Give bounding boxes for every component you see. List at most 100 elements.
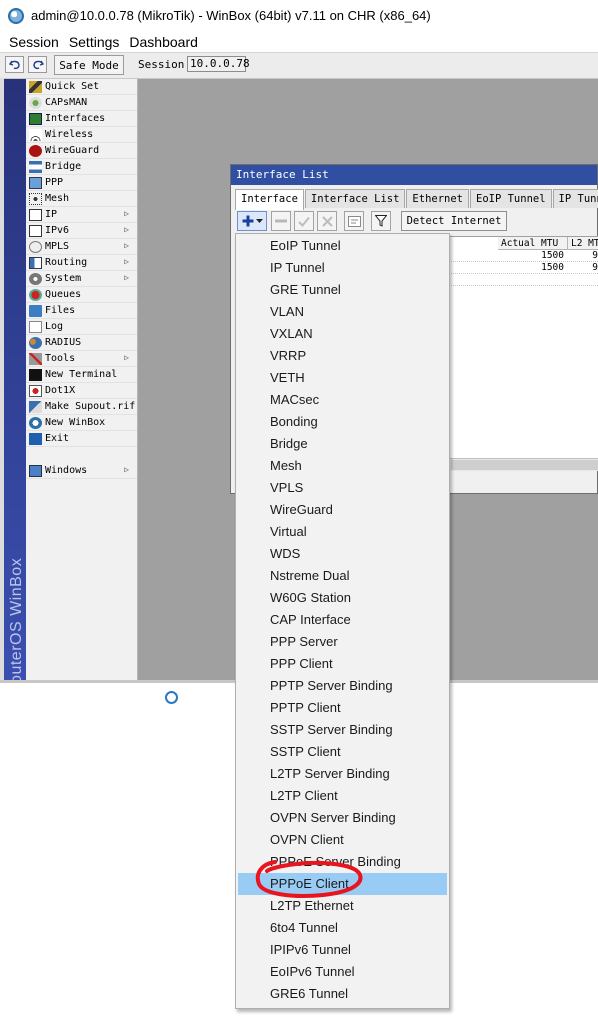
- menu-item-bonding[interactable]: Bonding: [238, 411, 447, 433]
- menu-item-vxlan[interactable]: VXLAN: [238, 323, 447, 345]
- sidebar-item-routing[interactable]: Routing ▷: [26, 255, 137, 271]
- menu-item-pptp-server-binding[interactable]: PPTP Server Binding: [238, 675, 447, 697]
- wireless-icon: [29, 128, 42, 141]
- undo-button[interactable]: [5, 56, 24, 73]
- sidebar-item-bridge[interactable]: Bridge: [26, 159, 137, 175]
- remove-button[interactable]: [271, 211, 291, 231]
- sidebar-item-queues[interactable]: Queues: [26, 287, 137, 303]
- tab-interface[interactable]: Interface: [235, 189, 304, 210]
- menu-item-sstp-client[interactable]: SSTP Client: [238, 741, 447, 763]
- sidebar-item-capsman[interactable]: CAPsMAN: [26, 95, 137, 111]
- safe-mode-button[interactable]: Safe Mode: [54, 55, 124, 75]
- dot1x-icon: [29, 384, 42, 397]
- interfaces-icon: [29, 112, 42, 125]
- sidebar-item-ipv6[interactable]: IPv6 ▷: [26, 223, 137, 239]
- sidebar-item-system[interactable]: System ▷: [26, 271, 137, 287]
- menu-item-macsec[interactable]: MACsec: [238, 389, 447, 411]
- gear-icon: [29, 272, 42, 285]
- redo-button[interactable]: [28, 56, 47, 73]
- menu-item-6to4-tunnel[interactable]: 6to4 Tunnel: [238, 917, 447, 939]
- sidebar-item-radius[interactable]: RADIUS: [26, 335, 137, 351]
- main-toolbar: Safe Mode Session: 10.0.0.78: [0, 52, 598, 79]
- sidebar-item-tools[interactable]: Tools ▷: [26, 351, 137, 367]
- menu-item-eoip-tunnel[interactable]: EoIP Tunnel: [238, 235, 447, 257]
- sidebar-item-exit[interactable]: Exit: [26, 431, 137, 447]
- sidebar-item-dot1x[interactable]: Dot1X: [26, 383, 137, 399]
- menu-item-veth[interactable]: VETH: [238, 367, 447, 389]
- menu-item-virtual[interactable]: Virtual: [238, 521, 447, 543]
- column-l2-mtu[interactable]: L2 MTU: [568, 237, 598, 250]
- menu-item-l2tp-ethernet[interactable]: L2TP Ethernet: [238, 895, 447, 917]
- detect-internet-button[interactable]: Detect Internet: [401, 211, 507, 231]
- interface-toolbar: Detect Internet: [235, 211, 595, 233]
- supout-icon: [29, 400, 42, 413]
- column-actual-mtu[interactable]: Actual MTU: [498, 237, 568, 250]
- menu-item-pptp-client[interactable]: PPTP Client: [238, 697, 447, 719]
- menu-item-l2tp-client[interactable]: L2TP Client: [238, 785, 447, 807]
- interface-list-title[interactable]: Interface List: [231, 165, 597, 185]
- menu-item-vrrp[interactable]: VRRP: [238, 345, 447, 367]
- submenu-arrow-icon: ▷: [124, 225, 129, 234]
- menu-item-cap-interface[interactable]: CAP Interface: [238, 609, 447, 631]
- magic-wand-icon: [29, 80, 42, 93]
- menu-dashboard[interactable]: Dashboard: [129, 34, 198, 50]
- menu-item-pppoe-client[interactable]: PPPoE Client: [238, 873, 447, 895]
- filter-button[interactable]: [371, 211, 391, 231]
- menu-item-vlan[interactable]: VLAN: [238, 301, 447, 323]
- menu-item-bridge[interactable]: Bridge: [238, 433, 447, 455]
- sidebar-item-ip[interactable]: IP ▷: [26, 207, 137, 223]
- sidebar-item-label: System: [45, 273, 82, 284]
- sidebar-item-mpls[interactable]: MPLS ▷: [26, 239, 137, 255]
- menu-item-vpls[interactable]: VPLS: [238, 477, 447, 499]
- menu-item-gre-tunnel[interactable]: GRE Tunnel: [238, 279, 447, 301]
- sidebar-item-new-terminal[interactable]: New Terminal: [26, 367, 137, 383]
- comment-button[interactable]: [344, 211, 364, 231]
- log-icon: [29, 320, 42, 333]
- menu-session[interactable]: Session: [9, 34, 59, 50]
- sidebar-item-files[interactable]: Files: [26, 303, 137, 319]
- sidebar-item-make-supout-rif[interactable]: Make Supout.rif: [26, 399, 137, 415]
- sidebar-item-label: RADIUS: [45, 337, 82, 348]
- menu-item-eoipv6-tunnel[interactable]: EoIPv6 Tunnel: [238, 961, 447, 983]
- sidebar-item-label: Exit: [45, 433, 70, 444]
- menu-item-ovpn-client[interactable]: OVPN Client: [238, 829, 447, 851]
- menu-item-ipipv6-tunnel[interactable]: IPIPv6 Tunnel: [238, 939, 447, 961]
- tab-interface-list[interactable]: Interface List: [304, 189, 406, 208]
- sidebar-item-new-winbox[interactable]: New WinBox: [26, 415, 137, 431]
- add-button[interactable]: [237, 211, 267, 231]
- sidebar-item-windows[interactable]: Windows ▷: [26, 463, 137, 479]
- sidebar-item-ppp[interactable]: PPP: [26, 175, 137, 191]
- winbox-icon: [29, 416, 42, 429]
- folder-icon: [29, 304, 42, 317]
- submenu-arrow-icon: ▷: [124, 241, 129, 250]
- sidebar-item-label: Make Supout.rif: [45, 401, 136, 412]
- enable-button[interactable]: [294, 211, 314, 231]
- sidebar-item-wireless[interactable]: Wireless: [26, 127, 137, 143]
- menu-item-ppp-server[interactable]: PPP Server: [238, 631, 447, 653]
- menu-item-w60g-station[interactable]: W60G Station: [238, 587, 447, 609]
- menu-item-ovpn-server-binding[interactable]: OVPN Server Binding: [238, 807, 447, 829]
- sidebar-item-quick-set[interactable]: Quick Set: [26, 79, 137, 95]
- disable-button[interactable]: [317, 211, 337, 231]
- sidebar-item-mesh[interactable]: Mesh: [26, 191, 137, 207]
- menu-item-nstreme-dual[interactable]: Nstreme Dual: [238, 565, 447, 587]
- menu-item-gre6-tunnel[interactable]: GRE6 Tunnel: [238, 983, 447, 1005]
- tab-ethernet[interactable]: Ethernet: [406, 189, 469, 208]
- chevron-down-icon: [255, 218, 263, 223]
- scrollbar-thumb[interactable]: [451, 460, 598, 470]
- sidebar-item-interfaces[interactable]: Interfaces: [26, 111, 137, 127]
- tab-ip-tunnel[interactable]: IP Tunne: [552, 189, 598, 208]
- menu-settings[interactable]: Settings: [69, 34, 120, 50]
- sidebar-item-wireguard[interactable]: WireGuard: [26, 143, 137, 159]
- tab-eoip-tunnel[interactable]: EoIP Tunnel: [470, 189, 552, 208]
- menu-item-ppp-client[interactable]: PPP Client: [238, 653, 447, 675]
- menu-item-wireguard[interactable]: WireGuard: [238, 499, 447, 521]
- menu-item-ip-tunnel[interactable]: IP Tunnel: [238, 257, 447, 279]
- sidebar-item-log[interactable]: Log: [26, 319, 137, 335]
- menu-item-sstp-server-binding[interactable]: SSTP Server Binding: [238, 719, 447, 741]
- menu-item-mesh[interactable]: Mesh: [238, 455, 447, 477]
- menu-item-wds[interactable]: WDS: [238, 543, 447, 565]
- ipv6-icon: [29, 224, 42, 237]
- menu-item-l2tp-server-binding[interactable]: L2TP Server Binding: [238, 763, 447, 785]
- menu-item-pppoe-server-binding[interactable]: PPPoE Server Binding: [238, 851, 447, 873]
